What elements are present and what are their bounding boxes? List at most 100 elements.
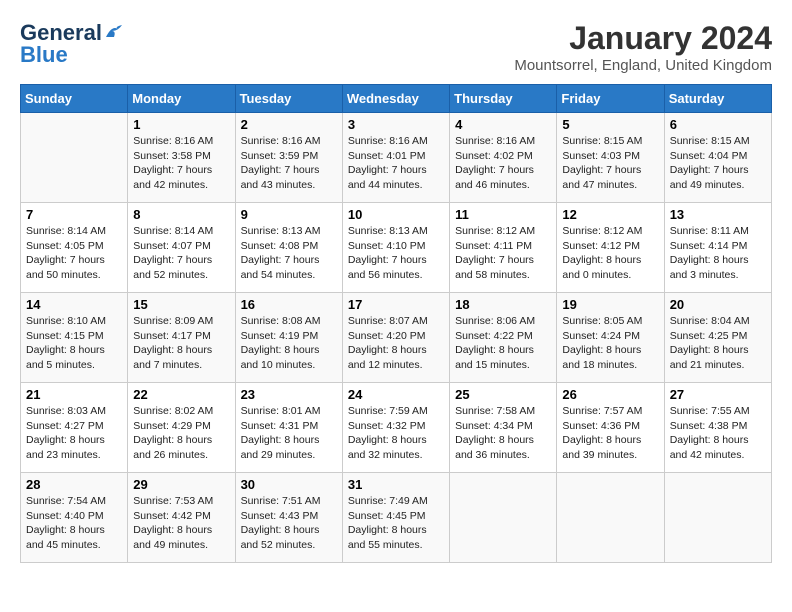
weekday-header-monday: Monday — [128, 85, 235, 113]
location-subtitle: Mountsorrel, England, United Kingdom — [514, 57, 772, 74]
day-info: Sunrise: 8:10 AMSunset: 4:15 PMDaylight:… — [26, 314, 122, 373]
day-info: Sunrise: 8:02 AMSunset: 4:29 PMDaylight:… — [133, 404, 229, 463]
day-info: Sunrise: 8:07 AMSunset: 4:20 PMDaylight:… — [348, 314, 444, 373]
calendar-day-16: 16 Sunrise: 8:08 AMSunset: 4:19 PMDayligh… — [235, 293, 342, 383]
day-number: 25 — [455, 387, 551, 402]
day-number: 4 — [455, 117, 551, 132]
day-info: Sunrise: 7:53 AMSunset: 4:42 PMDaylight:… — [133, 494, 229, 553]
calendar-day-14: 14 Sunrise: 8:10 AMSunset: 4:15 PMDayligh… — [21, 293, 128, 383]
empty-cell — [450, 473, 557, 563]
day-number: 1 — [133, 117, 229, 132]
calendar-week-3: 14 Sunrise: 8:10 AMSunset: 4:15 PMDayligh… — [21, 293, 772, 383]
calendar-day-11: 11 Sunrise: 8:12 AMSunset: 4:11 PMDayligh… — [450, 203, 557, 293]
empty-cell — [557, 473, 664, 563]
day-number: 23 — [241, 387, 337, 402]
day-number: 22 — [133, 387, 229, 402]
day-info: Sunrise: 7:58 AMSunset: 4:34 PMDaylight:… — [455, 404, 551, 463]
day-info: Sunrise: 8:14 AMSunset: 4:07 PMDaylight:… — [133, 224, 229, 283]
day-info: Sunrise: 8:09 AMSunset: 4:17 PMDaylight:… — [133, 314, 229, 373]
day-number: 10 — [348, 207, 444, 222]
day-info: Sunrise: 7:55 AMSunset: 4:38 PMDaylight:… — [670, 404, 766, 463]
day-number: 17 — [348, 297, 444, 312]
day-number: 3 — [348, 117, 444, 132]
day-number: 31 — [348, 477, 444, 492]
day-info: Sunrise: 8:03 AMSunset: 4:27 PMDaylight:… — [26, 404, 122, 463]
day-info: Sunrise: 8:16 AMSunset: 4:01 PMDaylight:… — [348, 134, 444, 193]
day-info: Sunrise: 8:08 AMSunset: 4:19 PMDaylight:… — [241, 314, 337, 373]
weekday-header-friday: Friday — [557, 85, 664, 113]
day-number: 24 — [348, 387, 444, 402]
logo-blue: Blue — [20, 42, 68, 68]
page-header: General Blue January 2024 Mountsorrel, E… — [20, 20, 772, 74]
calendar-day-19: 19 Sunrise: 8:05 AMSunset: 4:24 PMDayligh… — [557, 293, 664, 383]
calendar-day-9: 9 Sunrise: 8:13 AMSunset: 4:08 PMDaylight… — [235, 203, 342, 293]
calendar-day-7: 7 Sunrise: 8:14 AMSunset: 4:05 PMDaylight… — [21, 203, 128, 293]
day-number: 27 — [670, 387, 766, 402]
empty-cell — [21, 113, 128, 203]
day-info: Sunrise: 7:49 AMSunset: 4:45 PMDaylight:… — [348, 494, 444, 553]
day-number: 14 — [26, 297, 122, 312]
calendar-day-28: 28Sunrise: 7:54 AMSunset: 4:40 PMDayligh… — [21, 473, 128, 563]
calendar-day-10: 10Sunrise: 8:13 AMSunset: 4:10 PMDayligh… — [342, 203, 449, 293]
calendar-table: SundayMondayTuesdayWednesdayThursdayFrid… — [20, 84, 772, 563]
calendar-day-22: 22 Sunrise: 8:02 AMSunset: 4:29 PMDayligh… — [128, 383, 235, 473]
day-number: 19 — [562, 297, 658, 312]
day-info: Sunrise: 8:13 AMSunset: 4:08 PMDaylight:… — [241, 224, 337, 283]
day-number: 9 — [241, 207, 337, 222]
day-number: 30 — [241, 477, 337, 492]
day-number: 28 — [26, 477, 122, 492]
day-info: Sunrise: 8:05 AMSunset: 4:24 PMDaylight:… — [562, 314, 658, 373]
day-info: Sunrise: 7:57 AMSunset: 4:36 PMDaylight:… — [562, 404, 658, 463]
weekday-header-tuesday: Tuesday — [235, 85, 342, 113]
day-info: Sunrise: 8:14 AMSunset: 4:05 PMDaylight:… — [26, 224, 122, 283]
calendar-day-25: 25 Sunrise: 7:58 AMSunset: 4:34 PMDayligh… — [450, 383, 557, 473]
weekday-header-wednesday: Wednesday — [342, 85, 449, 113]
calendar-week-1: 1 Sunrise: 8:16 AMSunset: 3:58 PMDaylight… — [21, 113, 772, 203]
calendar-day-21: 21 Sunrise: 8:03 AMSunset: 4:27 PMDayligh… — [21, 383, 128, 473]
day-number: 12 — [562, 207, 658, 222]
day-number: 16 — [241, 297, 337, 312]
calendar-day-5: 5Sunrise: 8:15 AMSunset: 4:03 PMDaylight… — [557, 113, 664, 203]
day-info: Sunrise: 8:12 AMSunset: 4:11 PMDaylight:… — [455, 224, 551, 283]
weekday-header-saturday: Saturday — [664, 85, 771, 113]
calendar-day-29: 29 Sunrise: 7:53 AMSunset: 4:42 PMDayligh… — [128, 473, 235, 563]
weekday-header-row: SundayMondayTuesdayWednesdayThursdayFrid… — [21, 85, 772, 113]
calendar-week-4: 21 Sunrise: 8:03 AMSunset: 4:27 PMDayligh… — [21, 383, 772, 473]
calendar-day-27: 27 Sunrise: 7:55 AMSunset: 4:38 PMDayligh… — [664, 383, 771, 473]
calendar-day-15: 15Sunrise: 8:09 AMSunset: 4:17 PMDayligh… — [128, 293, 235, 383]
day-number: 13 — [670, 207, 766, 222]
weekday-header-thursday: Thursday — [450, 85, 557, 113]
day-number: 21 — [26, 387, 122, 402]
day-number: 18 — [455, 297, 551, 312]
day-number: 29 — [133, 477, 229, 492]
day-number: 11 — [455, 207, 551, 222]
day-info: Sunrise: 8:01 AMSunset: 4:31 PMDaylight:… — [241, 404, 337, 463]
calendar-day-8: 8 Sunrise: 8:14 AMSunset: 4:07 PMDaylight… — [128, 203, 235, 293]
day-info: Sunrise: 8:16 AMSunset: 3:58 PMDaylight:… — [133, 134, 229, 193]
day-info: Sunrise: 7:51 AMSunset: 4:43 PMDaylight:… — [241, 494, 337, 553]
day-info: Sunrise: 8:16 AMSunset: 4:02 PMDaylight:… — [455, 134, 551, 193]
day-info: Sunrise: 8:15 AMSunset: 4:03 PMDaylight:… — [562, 134, 658, 193]
day-info: Sunrise: 8:16 AMSunset: 3:59 PMDaylight:… — [241, 134, 337, 193]
calendar-day-12: 12 Sunrise: 8:12 AMSunset: 4:12 PMDayligh… — [557, 203, 664, 293]
day-info: Sunrise: 8:12 AMSunset: 4:12 PMDaylight:… — [562, 224, 658, 283]
day-number: 20 — [670, 297, 766, 312]
calendar-day-24: 24 Sunrise: 7:59 AMSunset: 4:32 PMDayligh… — [342, 383, 449, 473]
calendar-day-30: 30 Sunrise: 7:51 AMSunset: 4:43 PMDayligh… — [235, 473, 342, 563]
calendar-week-2: 7 Sunrise: 8:14 AMSunset: 4:05 PMDaylight… — [21, 203, 772, 293]
month-title: January 2024 — [514, 20, 772, 57]
calendar-day-1: 1 Sunrise: 8:16 AMSunset: 3:58 PMDaylight… — [128, 113, 235, 203]
day-info: Sunrise: 7:59 AMSunset: 4:32 PMDaylight:… — [348, 404, 444, 463]
calendar-day-26: 26Sunrise: 7:57 AMSunset: 4:36 PMDayligh… — [557, 383, 664, 473]
day-number: 2 — [241, 117, 337, 132]
logo-bird-icon — [104, 23, 126, 39]
calendar-day-31: 31 Sunrise: 7:49 AMSunset: 4:45 PMDayligh… — [342, 473, 449, 563]
calendar-day-23: 23 Sunrise: 8:01 AMSunset: 4:31 PMDayligh… — [235, 383, 342, 473]
calendar-day-18: 18Sunrise: 8:06 AMSunset: 4:22 PMDayligh… — [450, 293, 557, 383]
calendar-day-6: 6Sunrise: 8:15 AMSunset: 4:04 PMDaylight… — [664, 113, 771, 203]
calendar-day-2: 2 Sunrise: 8:16 AMSunset: 3:59 PMDaylight… — [235, 113, 342, 203]
day-number: 8 — [133, 207, 229, 222]
title-block: January 2024 Mountsorrel, England, Unite… — [514, 20, 772, 74]
day-number: 7 — [26, 207, 122, 222]
calendar-day-17: 17 Sunrise: 8:07 AMSunset: 4:20 PMDayligh… — [342, 293, 449, 383]
